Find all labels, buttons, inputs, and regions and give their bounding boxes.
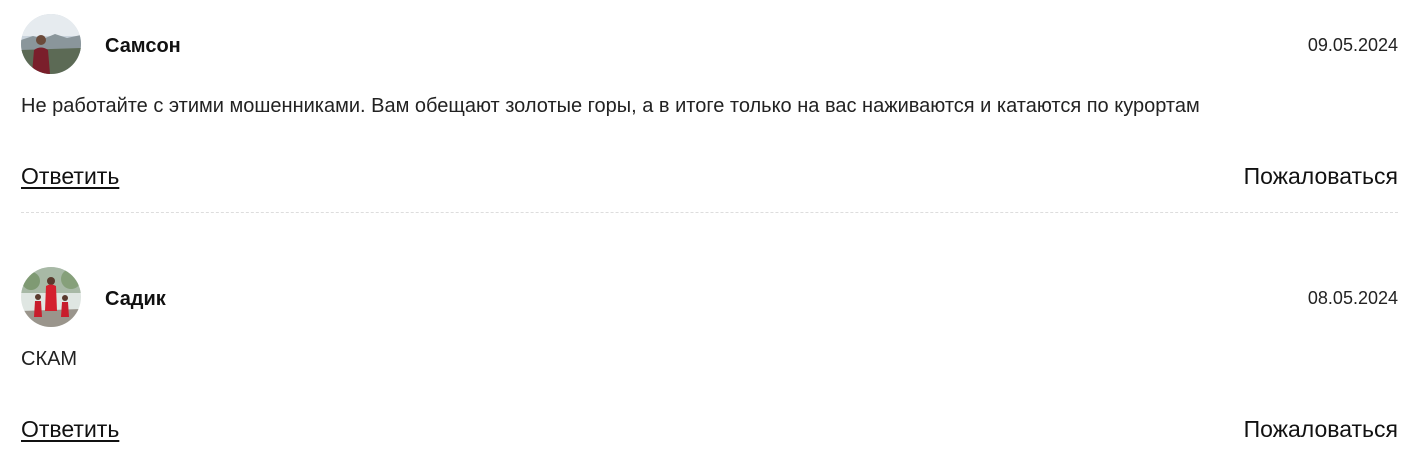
comment-item: Самсон 09.05.2024 Не работайте с этими м… <box>21 0 1398 214</box>
comments-list: Самсон 09.05.2024 Не работайте с этими м… <box>21 0 1398 442</box>
report-link[interactable]: Пожаловаться <box>1244 415 1398 443</box>
avatar-photo-icon <box>21 14 81 74</box>
comment-author: Самсон <box>105 35 181 57</box>
comment-author: Садик <box>105 288 166 310</box>
avatar <box>21 267 81 327</box>
report-link[interactable]: Пожаловаться <box>1244 162 1398 190</box>
comment-date: 08.05.2024 <box>1307 288 1398 308</box>
reply-link[interactable]: Ответить <box>21 415 119 443</box>
comment-text: СКАМ <box>21 348 78 370</box>
avatar <box>21 14 81 74</box>
avatar-photo-icon <box>21 267 81 327</box>
reply-link[interactable]: Ответить <box>21 162 119 190</box>
comment-date: 09.05.2024 <box>1307 35 1398 55</box>
comment-text: Не работайте с этими мошенниками. Вам об… <box>21 95 1200 117</box>
comment-divider <box>21 212 1398 213</box>
comment-item: Садик 08.05.2024 СКАМ Ответить Пожаловат… <box>21 253 1398 453</box>
